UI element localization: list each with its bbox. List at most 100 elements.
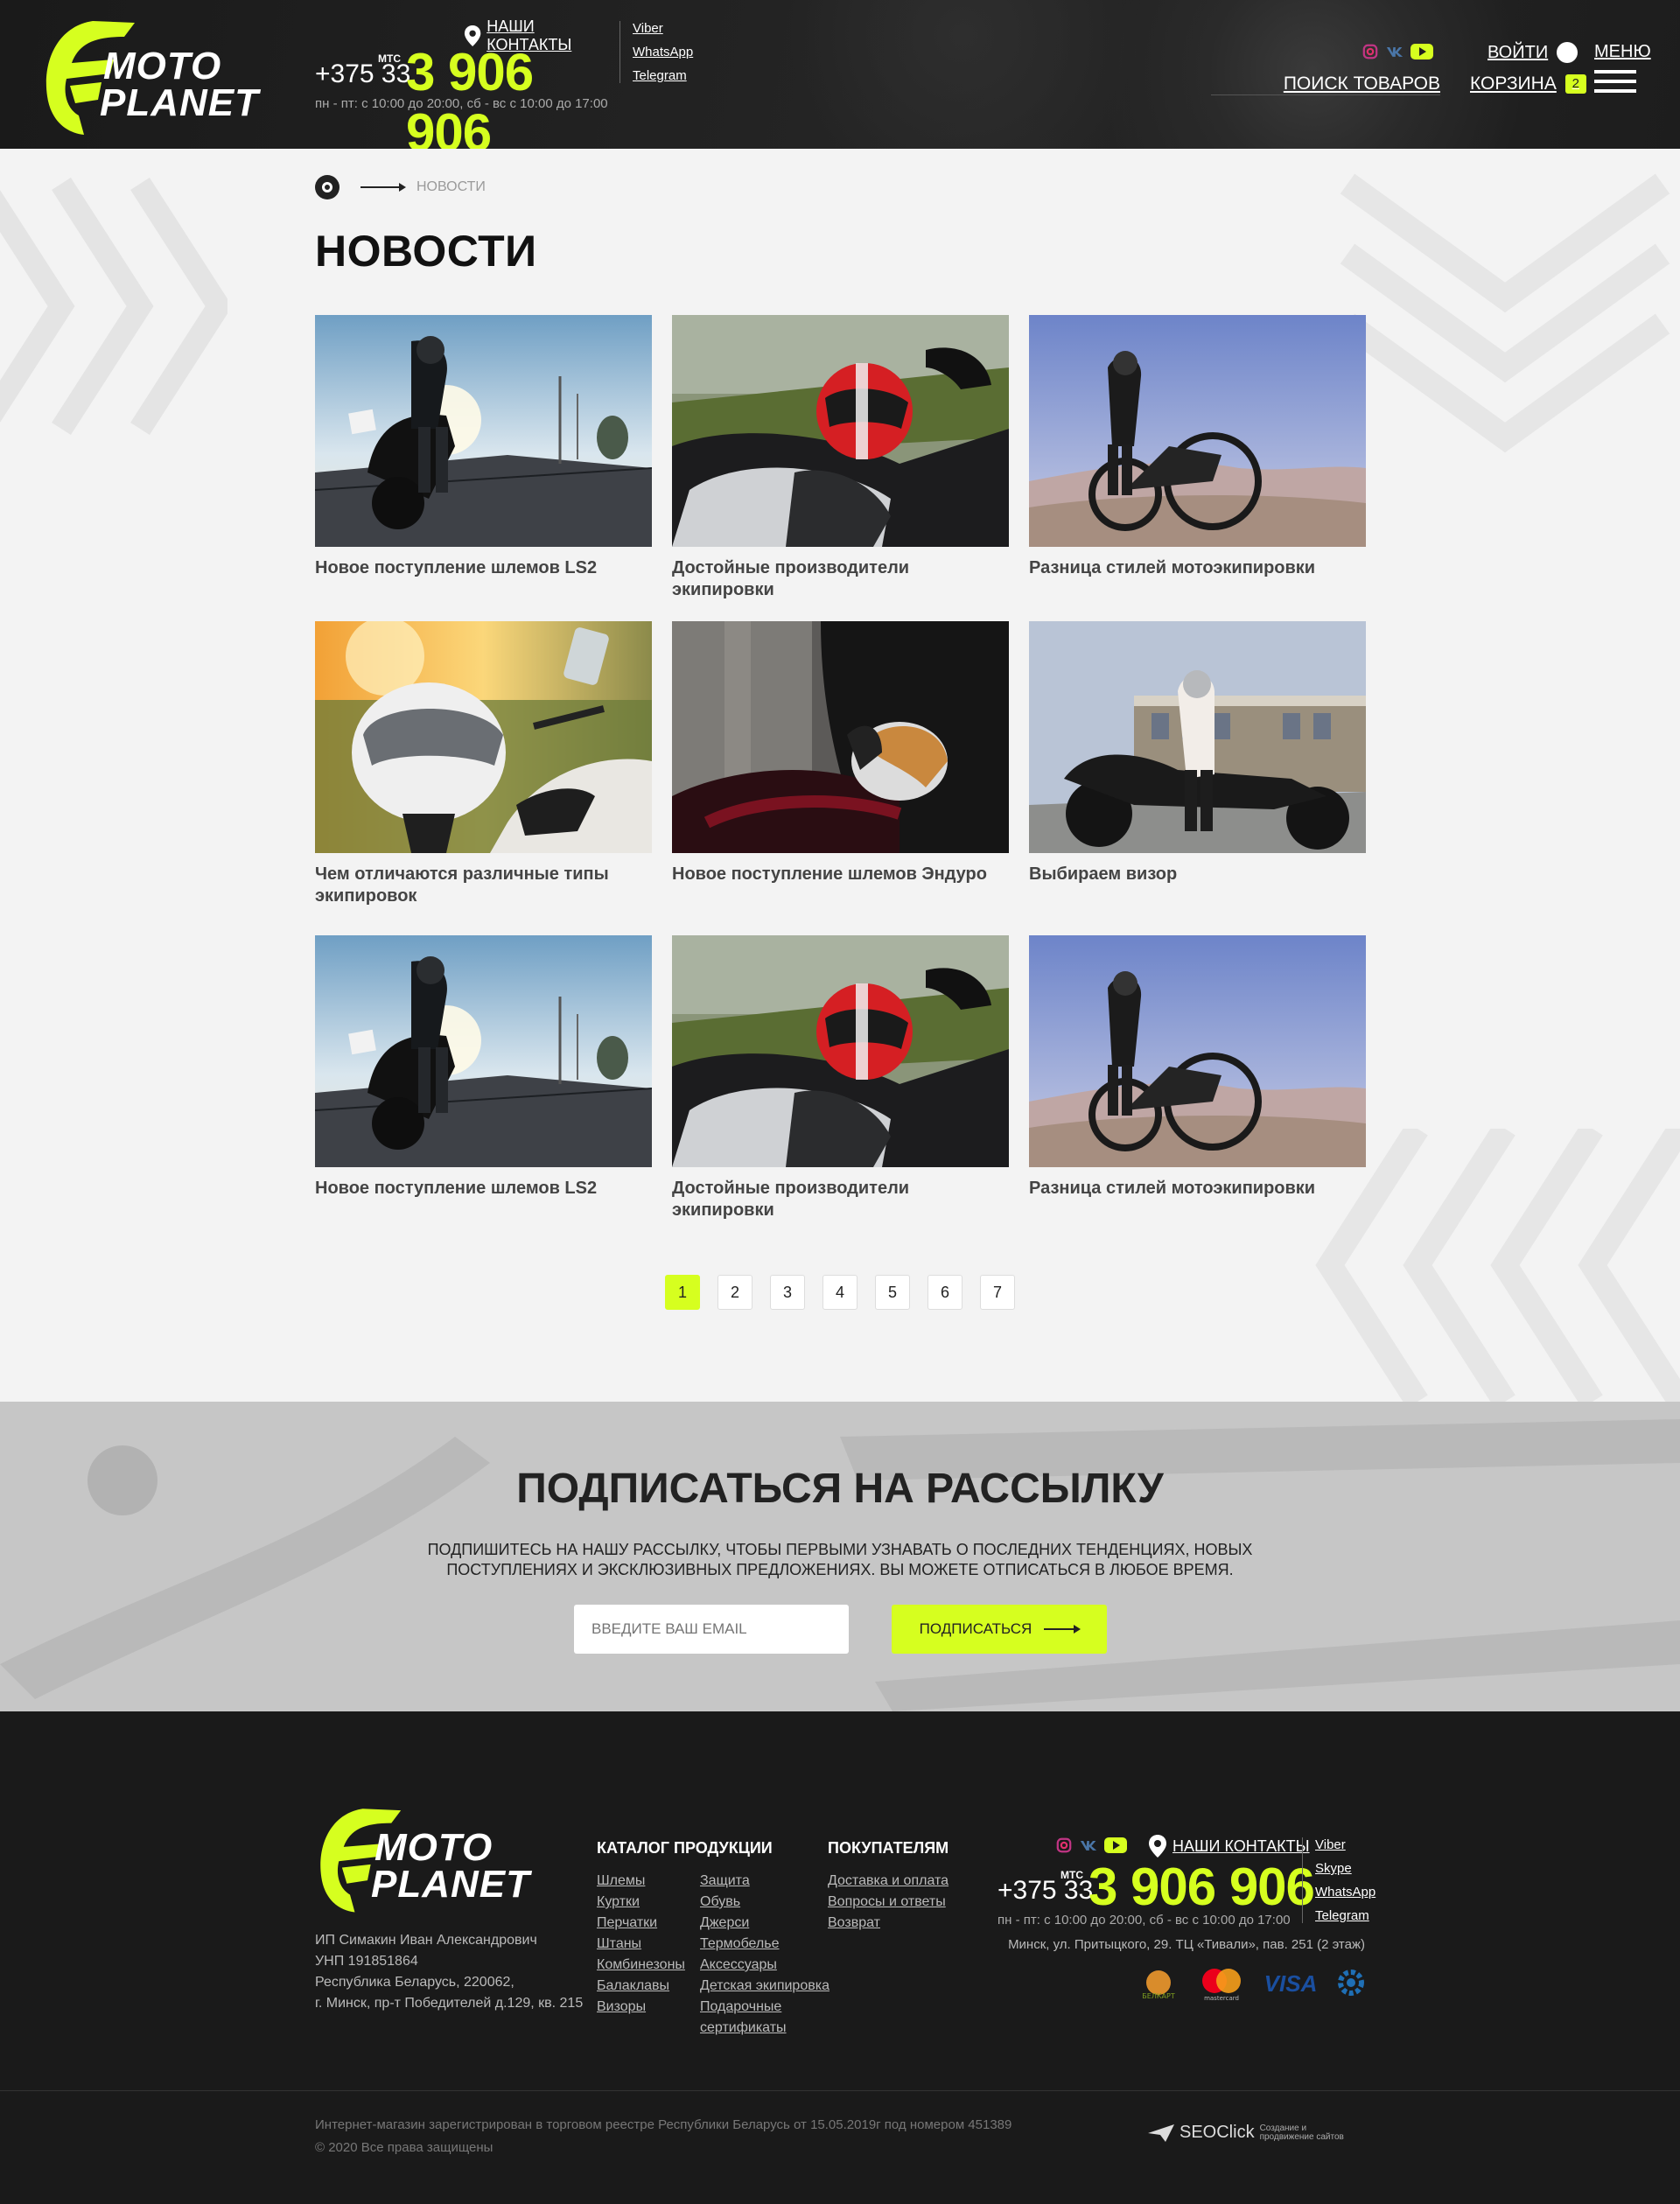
news-image-red-helmet[interactable] (672, 935, 1009, 1167)
footer-link-returns[interactable]: Возврат (828, 1913, 948, 1934)
cart-link[interactable]: КОРЗИНА 2 (1470, 73, 1586, 94)
home-icon[interactable] (315, 175, 340, 199)
news-image-red-helmet[interactable] (672, 315, 1009, 547)
news-title[interactable]: Достойные производители экипировки (672, 1178, 1009, 1221)
site-header: MOTO PLANET НАШИ КОНТАКТЫ МТС +375 33 3 … (0, 0, 1680, 149)
news-title[interactable]: Новое поступление шлемов Эндуро (672, 864, 1009, 885)
footer-link-gloves[interactable]: Перчатки (597, 1913, 685, 1934)
developer-link[interactable]: SEOClick Создание и продвижение сайтов (1148, 2123, 1344, 2143)
news-title[interactable]: Разница стилей мотоэкипировки (1029, 1178, 1366, 1200)
vk-icon[interactable] (1080, 1837, 1097, 1853)
news-card[interactable]: Разница стилей мотоэкипировки (1029, 935, 1366, 1200)
news-title[interactable]: Выбираем визор (1029, 864, 1366, 885)
login-link[interactable]: ВОЙТИ (1488, 42, 1578, 63)
viber-link[interactable]: Viber (1315, 1837, 1376, 1852)
footer-link-thermal[interactable]: Термобелье (700, 1934, 830, 1955)
news-card[interactable]: Разница стилей мотоэкипировки (1029, 315, 1366, 579)
payment-methods: БЕЛКАРТ mastercard VISA (1134, 1967, 1368, 2002)
telegram-link[interactable]: Telegram (1315, 1908, 1376, 1923)
developer-tagline: Создание и продвижение сайтов (1260, 2124, 1344, 2142)
webpay-icon (1338, 1970, 1364, 1996)
news-card[interactable]: Новое поступление шлемов Эндуро (672, 621, 1009, 885)
page-3-button[interactable]: 3 (770, 1275, 805, 1310)
footer-social-links (1055, 1837, 1127, 1853)
footer-link-jersey[interactable]: Джерси (700, 1913, 830, 1934)
breadcrumb-current: НОВОСТИ (416, 179, 486, 194)
skype-link[interactable]: Skype (1315, 1861, 1376, 1876)
mastercard-icon: mastercard (1202, 1969, 1241, 2002)
news-title[interactable]: Разница стилей мотоэкипировки (1029, 557, 1366, 579)
whatsapp-link[interactable]: WhatsApp (1315, 1885, 1376, 1900)
telegram-link[interactable]: Telegram (633, 68, 693, 83)
chevron-decoration-right-top (1340, 173, 1670, 453)
news-card[interactable]: Новое поступление шлемов LS2 (315, 315, 652, 579)
legal-line: Республика Беларусь, 220062, (315, 1975, 514, 1990)
page-6-button[interactable]: 6 (928, 1275, 962, 1310)
footer-link-balaclavas[interactable]: Балаклавы (597, 1976, 685, 1997)
news-card[interactable]: Выбираем визор (1029, 621, 1366, 885)
footer-link-gift[interactable]: Подарочные (700, 1997, 830, 2018)
developer-tagline-line: продвижение сайтов (1259, 2131, 1344, 2142)
whatsapp-link[interactable]: WhatsApp (633, 45, 693, 59)
footer-link-gift[interactable]: сертификаты (700, 2018, 830, 2039)
phone-number[interactable]: 3 906 906 (406, 42, 612, 149)
footer-link-kids[interactable]: Детская экипировка (700, 1976, 830, 1997)
news-image-hand-helmet[interactable] (672, 621, 1009, 853)
news-card[interactable]: Новое поступление шлемов LS2 (315, 935, 652, 1200)
subscribe-button[interactable]: ПОДПИСАТЬСЯ (892, 1605, 1107, 1654)
developer-name: SEOClick (1180, 2123, 1255, 2142)
footer-contacts-link[interactable]: НАШИ КОНТАКТЫ (1148, 1834, 1310, 1858)
news-image-rider-cruiser[interactable] (1029, 935, 1366, 1167)
instagram-icon[interactable] (1362, 44, 1379, 59)
footer-link-delivery[interactable]: Доставка и оплата (828, 1871, 948, 1892)
catalog-list-1: Шлемы Куртки Перчатки Штаны Комбинезоны … (597, 1871, 685, 2018)
vk-icon[interactable] (1386, 44, 1404, 59)
news-title[interactable]: Достойные производители экипировки (672, 557, 1009, 601)
logo[interactable]: MOTO PLANET (40, 17, 259, 136)
footer-link-shoes[interactable]: Обувь (700, 1892, 830, 1913)
working-hours: пн - пт: с 10:00 до 20:00, сб - вс с 10:… (315, 96, 608, 111)
viber-link[interactable]: Viber (633, 21, 693, 36)
breadcrumb-arrow-icon (360, 183, 406, 192)
news-image-white-helmet[interactable] (315, 621, 652, 853)
footer-link-jackets[interactable]: Куртки (597, 1892, 685, 1913)
news-card[interactable]: Достойные производители экипировки (672, 935, 1009, 1221)
footer-link-helmets[interactable]: Шлемы (597, 1871, 685, 1892)
footer-messenger-links: Viber Skype WhatsApp Telegram (1302, 1837, 1376, 1923)
page-4-button[interactable]: 4 (822, 1275, 858, 1310)
page-1-button[interactable]: 1 (665, 1275, 700, 1310)
footer-link-protection[interactable]: Защита (700, 1871, 830, 1892)
news-image-rider-sunset[interactable] (315, 315, 652, 547)
belkart-label: БЕЛКАРТ (1142, 1992, 1175, 2000)
youtube-icon[interactable] (1104, 1837, 1127, 1853)
location-pin-icon (1149, 1835, 1166, 1858)
news-title[interactable]: Новое поступление шлемов LS2 (315, 1178, 652, 1200)
cart-label: КОРЗИНА (1470, 73, 1557, 94)
product-search-link[interactable]: ПОИСК ТОВАРОВ (1211, 73, 1440, 95)
footer-link-suits[interactable]: Комбинезоны (597, 1955, 685, 1976)
news-card[interactable]: Чем отличаются различные типы экипировок (315, 621, 652, 907)
footer-link-accessories[interactable]: Аксессуары (700, 1955, 830, 1976)
instagram-icon[interactable] (1055, 1837, 1073, 1853)
logo-word-moto: MOTO (374, 1826, 494, 1869)
page-2-button[interactable]: 2 (718, 1275, 752, 1310)
footer-link-pants[interactable]: Штаны (597, 1934, 685, 1955)
page-7-button[interactable]: 7 (980, 1275, 1015, 1310)
news-image-rider-sunset[interactable] (315, 935, 652, 1167)
footer-phone-number[interactable]: 3 906 906 (1088, 1857, 1315, 1917)
footer-link-visors[interactable]: Визоры (597, 1997, 685, 2018)
youtube-icon[interactable] (1410, 44, 1433, 59)
hamburger-icon[interactable] (1594, 70, 1636, 99)
news-title[interactable]: Чем отличаются различные типы экипировок (315, 864, 652, 907)
news-card[interactable]: Достойные производители экипировки (672, 315, 1009, 601)
social-links (1362, 44, 1433, 59)
news-image-rider-cruiser[interactable] (1029, 315, 1366, 547)
news-title[interactable]: Новое поступление шлемов LS2 (315, 557, 652, 579)
footer-link-faq[interactable]: Вопросы и ответы (828, 1892, 948, 1913)
menu-button[interactable]: МЕНЮ (1594, 42, 1651, 62)
footer-logo[interactable]: MOTO PLANET (315, 1802, 534, 1916)
news-image-woman-motorcycle[interactable] (1029, 621, 1366, 853)
email-input[interactable] (574, 1605, 849, 1654)
page-5-button[interactable]: 5 (875, 1275, 910, 1310)
legal-line: г. Минск, пр-т Победителей д.129, кв. 21… (315, 1996, 584, 2011)
